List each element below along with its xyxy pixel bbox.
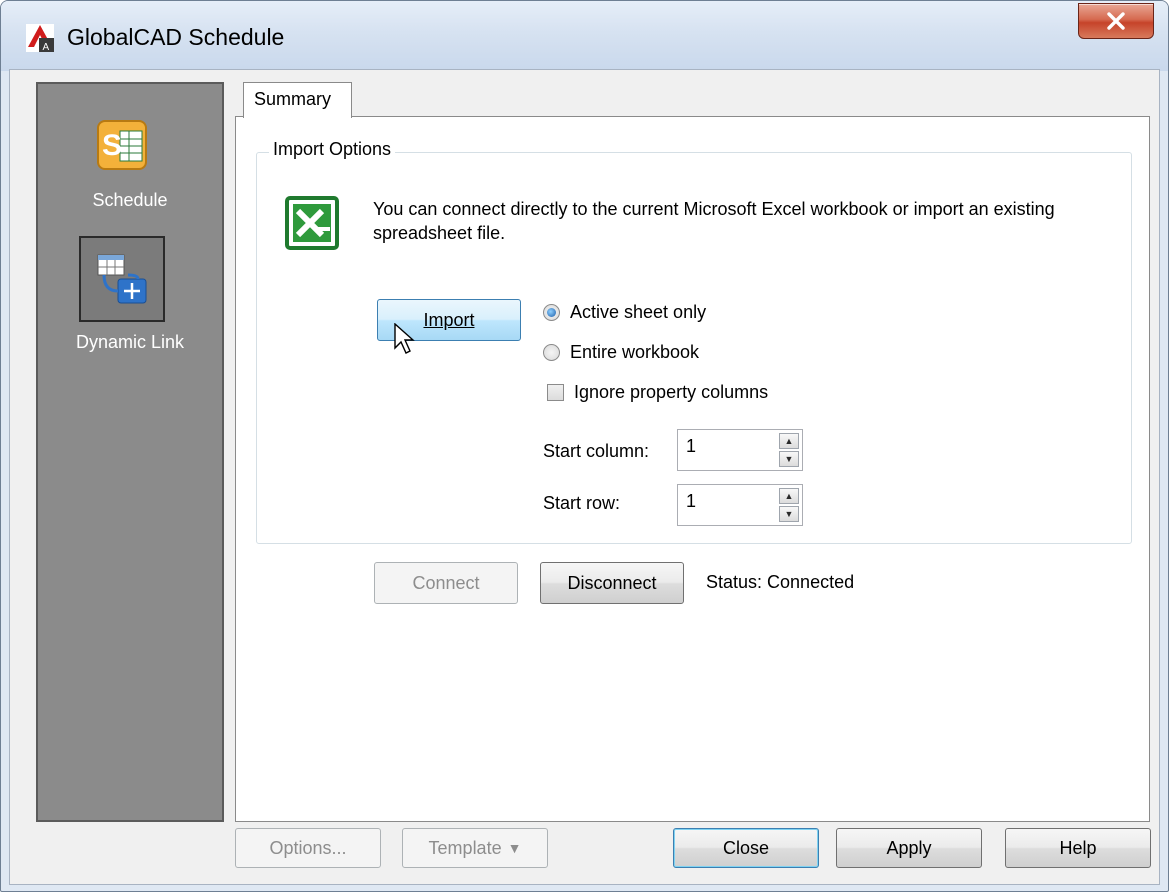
tab-summary[interactable]: Summary [243,82,352,118]
help-button[interactable]: Help [1005,828,1151,868]
disconnect-button-label: Disconnect [567,572,657,593]
mouse-cursor-icon [394,323,415,354]
dropdown-arrow-icon: ▼ [507,840,522,856]
nav-label-schedule: Schedule [92,190,168,210]
radio-entire-workbook[interactable]: Entire workbook [543,342,699,363]
start-row-label: Start row: [543,493,621,513]
tab-page-summary: Import Options You can connect directly … [235,116,1150,822]
import-options-group: Import Options You can connect directly … [256,139,1132,544]
spin-down-icon[interactable]: ▼ [779,451,799,467]
checkbox-unchecked[interactable] [547,384,564,401]
import-description: You can connect directly to the current … [373,199,1055,243]
radio-button-unchecked[interactable] [543,344,560,361]
template-button[interactable]: Template ▼ [402,828,548,868]
dialog-window: A GlobalCAD Schedule S Schedule Dynamic … [0,0,1169,892]
start-column-label: Start column: [543,441,650,461]
close-button[interactable]: Close [673,828,819,868]
spin-up-icon[interactable]: ▲ [779,433,799,449]
close-button-label: Close [722,837,770,858]
excel-icon [285,196,339,250]
title-bar[interactable]: A GlobalCAD Schedule [1,1,1168,71]
apply-button[interactable]: Apply [836,828,982,868]
checkbox-label: Ignore property columns [574,382,769,402]
schedule-icon[interactable]: S [79,102,165,188]
start-column-spin-buttons[interactable]: ▲ ▼ [779,433,799,467]
import-button-label: Import [423,309,475,330]
options-button[interactable]: Options... [235,828,381,868]
connect-button[interactable]: Connect [374,562,518,604]
start-row-spinner[interactable]: 1 ▲ ▼ [677,484,803,526]
radio-active-sheet-label: Active sheet only [570,302,707,322]
close-icon [1107,12,1125,30]
nav-item-dynamic-link[interactable]: Dynamic Link [38,236,222,353]
start-column-spinner[interactable]: 1 ▲ ▼ [677,429,803,471]
connection-status: Status: Connected [706,572,855,592]
radio-button-checked[interactable] [543,304,560,321]
disconnect-button[interactable]: Disconnect [540,562,684,604]
spin-down-icon[interactable]: ▼ [779,506,799,522]
start-row-spin-buttons[interactable]: ▲ ▼ [779,488,799,522]
dynamic-link-icon[interactable] [79,236,165,322]
start-column-value[interactable]: 1 [686,436,696,456]
svg-text:S: S [102,129,122,162]
group-title: Import Options [269,139,396,160]
apply-button-label: Apply [886,837,932,858]
start-row-value[interactable]: 1 [686,491,696,511]
radio-active-sheet[interactable]: Active sheet only [543,302,706,323]
nav-item-schedule[interactable]: S Schedule [38,102,222,211]
dialog-client-area: S Schedule Dynamic Link Summary Import O… [9,69,1160,885]
radio-entire-workbook-label: Entire workbook [570,342,700,362]
help-button-label: Help [1059,837,1097,858]
options-button-label: Options... [269,837,347,858]
window-title: GlobalCAD Schedule [67,24,285,50]
nav-panel: S Schedule Dynamic Link [36,82,224,822]
window-close-button[interactable] [1078,3,1154,39]
spin-up-icon[interactable]: ▲ [779,488,799,504]
checkbox-ignore-property-columns[interactable]: Ignore property columns [547,382,768,403]
connect-button-label: Connect [412,572,480,593]
svg-text:A: A [43,42,50,53]
app-icon: A [26,24,54,53]
nav-label-dynamic-link: Dynamic Link [75,332,185,352]
template-button-label: Template [428,837,502,858]
